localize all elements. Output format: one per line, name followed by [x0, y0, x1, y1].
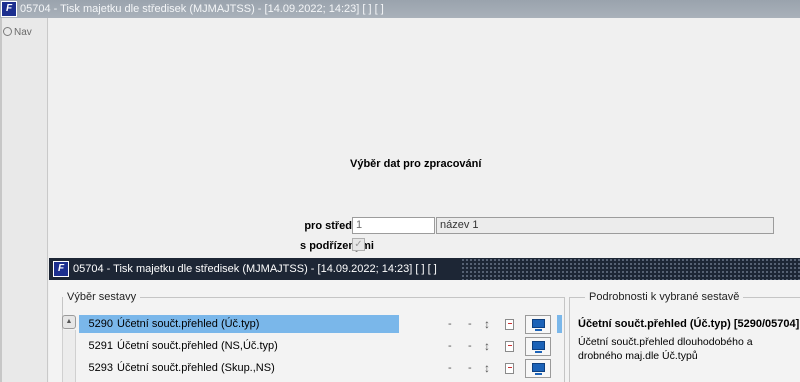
- details-title: Účetní součt.přehled (Úč.typ) [5290/0570…: [578, 318, 800, 330]
- window-titlebar: F 05704 - Tisk majetku dle středisek (MJ…: [0, 0, 800, 18]
- report-code: 5291: [88, 340, 113, 352]
- report-col1: -: [448, 318, 452, 330]
- report-col2: -: [468, 318, 472, 330]
- nav-icon: [3, 27, 12, 36]
- report-row[interactable]: 5291 Účetní součt.přehled (NS,Úč.typ) - …: [79, 337, 559, 356]
- podrizene-checkbox[interactable]: ✓: [352, 238, 365, 251]
- subwindow-title: 05704 - Tisk majetku dle středisek (MJMA…: [73, 263, 437, 275]
- report-name: Účetní součt.přehled (Úč.typ): [117, 318, 260, 330]
- form-heading: Výběr dat pro zpracování: [350, 158, 482, 170]
- report-code: 5293: [88, 362, 113, 374]
- nav-label: Nav: [14, 27, 32, 38]
- report-col2: -: [468, 340, 472, 352]
- report-col1: -: [448, 340, 452, 352]
- report-name: Účetní součt.přehled (Skup.,NS): [117, 362, 275, 374]
- nav-button[interactable]: Nav: [3, 27, 32, 38]
- preview-monitor-button[interactable]: [525, 359, 551, 378]
- sort-arrows-icon[interactable]: ↕: [484, 359, 490, 377]
- monitor-icon: [532, 363, 545, 372]
- preview-monitor-button[interactable]: [525, 337, 551, 356]
- report-col2: -: [468, 362, 472, 374]
- scrollbar-track[interactable]: [62, 330, 76, 382]
- window-title: 05704 - Tisk majetku dle středisek (MJMA…: [20, 3, 384, 15]
- app-logo-icon: F: [1, 1, 17, 17]
- report-list-legend: Výběr sestavy: [63, 291, 141, 303]
- left-nav-panel: Nav: [0, 18, 48, 382]
- stredisko-input[interactable]: 1: [352, 217, 435, 234]
- report-col1: -: [448, 362, 452, 374]
- report-row[interactable]: 5290 Účetní součt.přehled (Úč.typ) - - ↕: [79, 315, 559, 334]
- monitor-icon: [532, 319, 545, 328]
- pdf-icon[interactable]: [505, 319, 514, 330]
- left-panel-strip: [0, 18, 2, 382]
- details-legend: Podrobnosti k vybrané sestavě: [585, 291, 744, 303]
- pdf-icon[interactable]: [505, 363, 514, 374]
- scroll-up-button[interactable]: ▲: [62, 315, 76, 329]
- stredisko-name-field: název 1: [436, 217, 774, 234]
- details-description: Účetní součt.přehled dlouhodobého a drob…: [578, 336, 753, 362]
- sort-arrows-icon[interactable]: ↕: [484, 337, 490, 355]
- selection-indicator: [557, 315, 562, 333]
- subwindow-titlebar: F 05704 - Tisk majetku dle středisek (MJ…: [49, 258, 800, 280]
- report-row[interactable]: 5293 Účetní součt.přehled (Skup.,NS) - -…: [79, 359, 559, 378]
- pdf-icon[interactable]: [505, 341, 514, 352]
- report-name: Účetní součt.přehled (NS,Úč.typ): [117, 340, 278, 352]
- report-code: 5290: [88, 318, 113, 330]
- sort-arrows-icon[interactable]: ↕: [484, 315, 490, 333]
- preview-monitor-button[interactable]: [525, 315, 551, 334]
- monitor-icon: [532, 341, 545, 350]
- subwindow-logo-icon: F: [53, 261, 69, 277]
